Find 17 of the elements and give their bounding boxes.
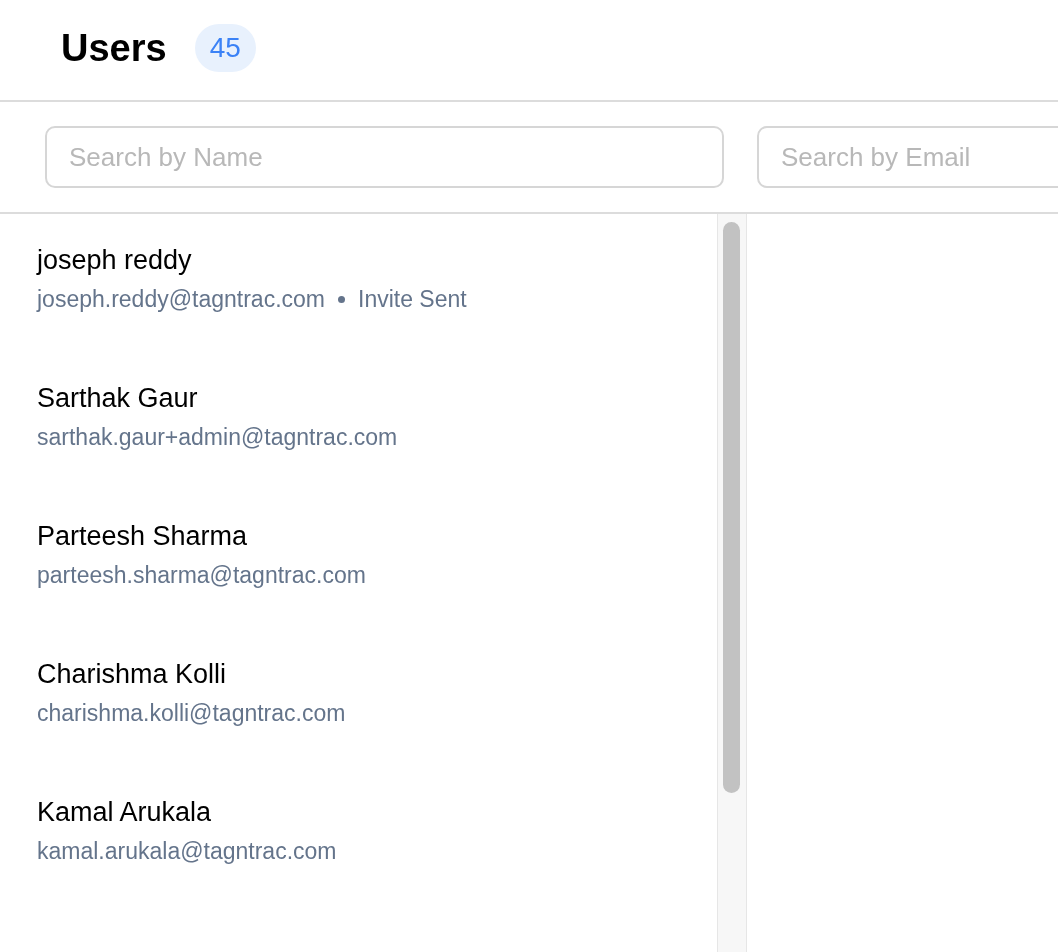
user-email: parteesh.sharma@tagntrac.com — [37, 562, 366, 589]
user-email: joseph.reddy@tagntrac.com — [37, 286, 325, 313]
user-name[interactable]: Kamal Arukala — [37, 797, 680, 828]
user-email: kamal.arukala@tagntrac.com — [37, 838, 337, 865]
page-title: Users — [61, 26, 167, 70]
user-status: Invite Sent — [358, 286, 467, 313]
dot-icon — [338, 296, 345, 303]
user-name[interactable]: Charishma Kolli — [37, 659, 680, 690]
search-field[interactable]: Search by Name — [45, 126, 724, 188]
user-email: sarthak.gaur+admin@tagntrac.com — [37, 424, 398, 451]
user-name[interactable]: joseph reddy — [37, 245, 680, 276]
user-name[interactable]: Sarthak Gaur — [37, 383, 680, 414]
scrollbar-thumb[interactable] — [723, 222, 740, 793]
user-email: charishma.kolli@tagntrac.com — [37, 700, 346, 727]
user-name[interactable]: Parteesh Sharma — [37, 521, 680, 552]
search-field[interactable]: Search by Email — [757, 126, 1058, 188]
count-badge: 45 — [194, 24, 256, 72]
